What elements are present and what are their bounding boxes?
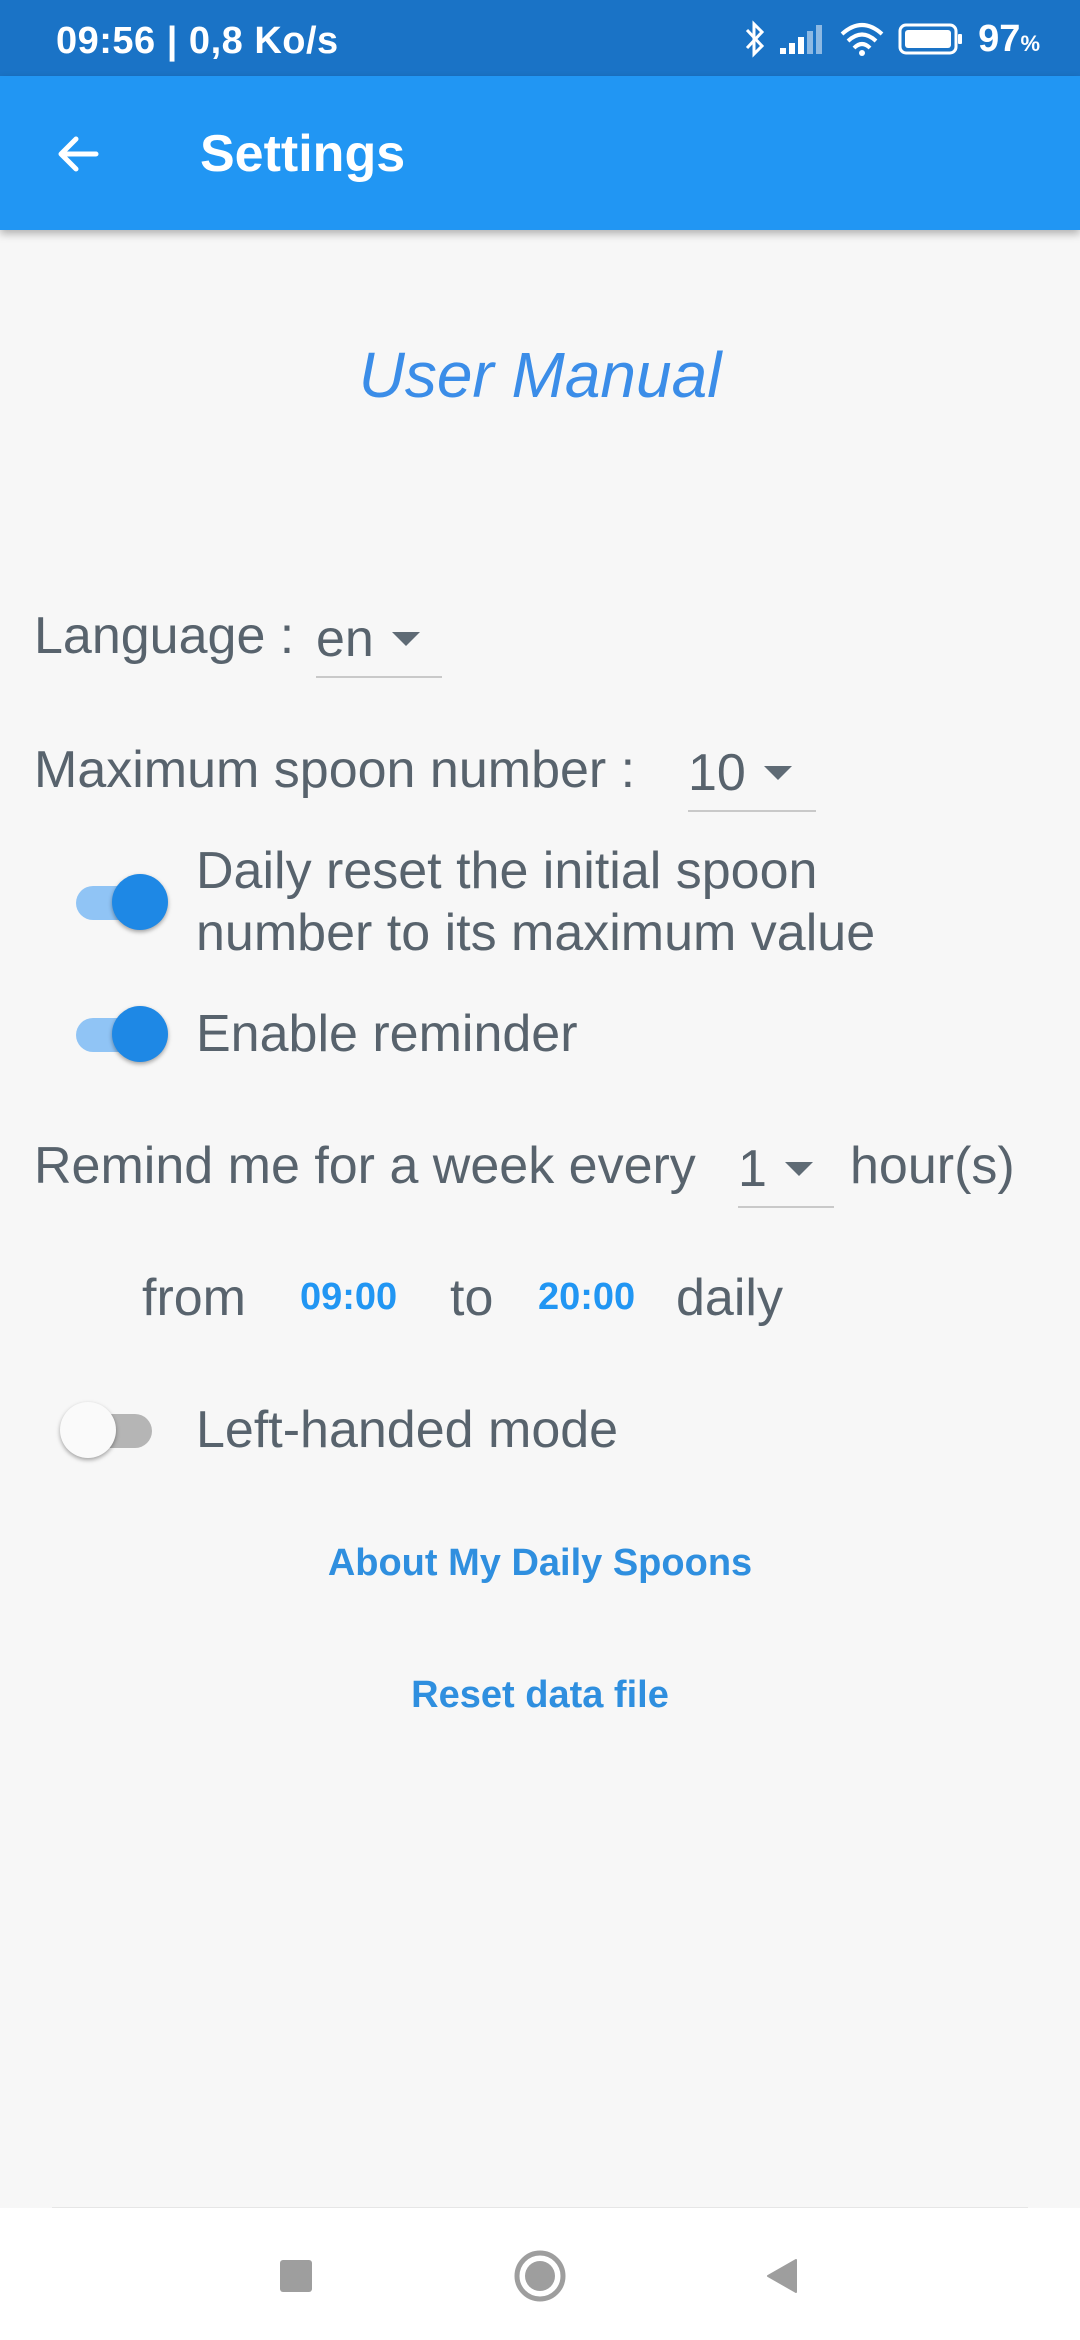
about-link[interactable]: About My Daily Spoons: [0, 1542, 1080, 1585]
remind-interval-dropdown[interactable]: 1: [738, 1132, 834, 1208]
system-nav-bar: [0, 2208, 1080, 2340]
wifi-icon: [840, 22, 884, 56]
left-handed-label: Left-handed mode: [196, 1401, 619, 1459]
battery-percent: 97%: [978, 17, 1040, 60]
enable-reminder-label: Enable reminder: [196, 1005, 578, 1063]
daily-reset-label-line2: number to its maximum value: [196, 904, 876, 962]
hours-label: hour(s): [850, 1137, 1015, 1195]
end-time-button[interactable]: 20:00: [538, 1276, 635, 1319]
switch-thumb: [60, 1402, 116, 1458]
start-time-button[interactable]: 09:00: [300, 1276, 397, 1319]
daily-reset-label: Daily reset the initial spoon number to …: [196, 840, 875, 964]
user-manual-link[interactable]: User Manual: [0, 338, 1080, 412]
back-nav-button[interactable]: [752, 2246, 812, 2306]
status-icons: 97%: [744, 14, 1040, 64]
switch-thumb: [112, 874, 168, 930]
back-triangle-icon: [767, 2259, 797, 2293]
max-spoon-value: 10: [688, 744, 746, 802]
max-spoon-dropdown[interactable]: 10: [688, 736, 816, 812]
home-button[interactable]: [510, 2246, 570, 2306]
language-dropdown[interactable]: en: [316, 602, 442, 678]
daily-label: daily: [676, 1269, 783, 1327]
enable-reminder-switch[interactable]: [68, 1004, 168, 1064]
from-label: from: [142, 1269, 246, 1327]
caret-down-icon: [763, 766, 792, 780]
left-handed-switch[interactable]: [60, 1400, 160, 1460]
reset-data-file-button[interactable]: Reset data file: [0, 1674, 1080, 1717]
back-button[interactable]: [40, 116, 116, 192]
caret-down-icon: [784, 1162, 813, 1176]
arrow-back-icon: [58, 136, 99, 172]
app-bar: Settings: [0, 76, 1080, 230]
daily-reset-label-line1: Daily reset the initial spoon: [196, 842, 818, 900]
daily-reset-switch[interactable]: [68, 872, 168, 932]
remind-every-label: Remind me for a week every: [34, 1137, 696, 1195]
language-label: Language :: [34, 607, 295, 665]
recents-square-icon: [280, 2260, 312, 2292]
battery-icon: [898, 23, 964, 55]
signal-icon: [780, 24, 826, 54]
remind-interval-value: 1: [738, 1140, 767, 1198]
status-time-speed: 09:56 | 0,8 Ko/s: [56, 20, 339, 62]
status-bar: 09:56 | 0,8 Ko/s 97%: [0, 0, 1080, 76]
recents-button[interactable]: [266, 2246, 326, 2306]
home-circle-icon: [514, 2250, 566, 2302]
switch-thumb: [112, 1006, 168, 1062]
page-title: Settings: [200, 125, 406, 183]
language-value: en: [316, 610, 374, 668]
bluetooth-icon: [744, 20, 766, 58]
to-label: to: [450, 1269, 494, 1327]
caret-down-icon: [391, 632, 420, 646]
max-spoon-label: Maximum spoon number :: [34, 741, 636, 799]
